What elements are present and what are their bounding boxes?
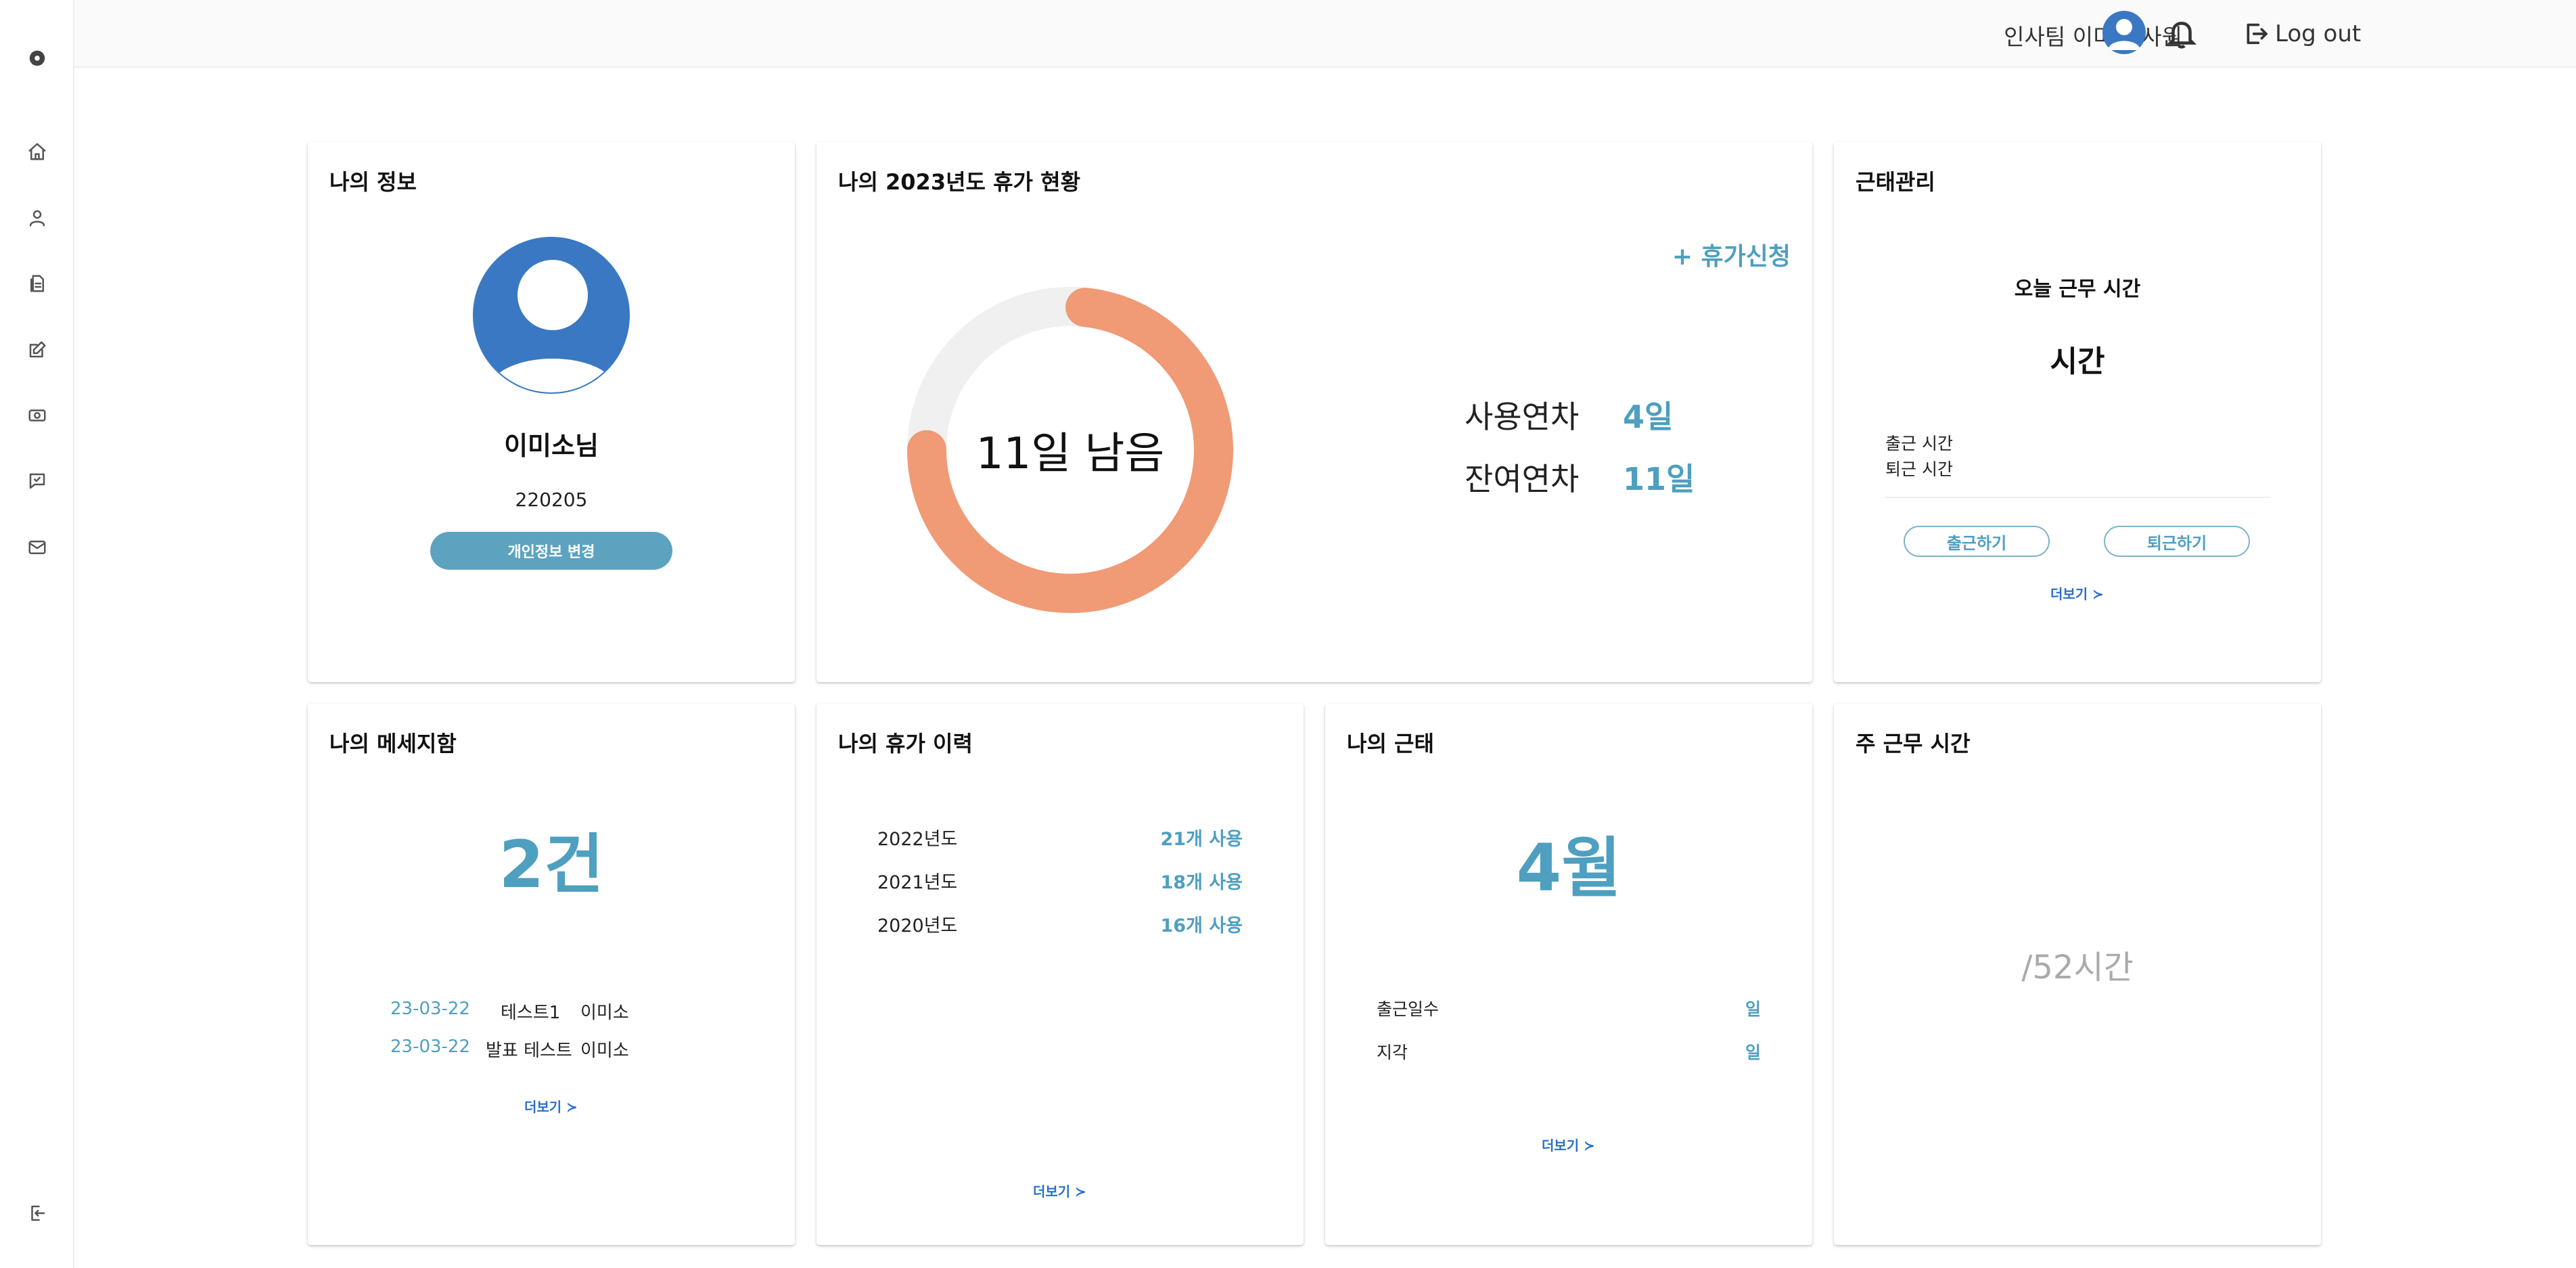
vacation-status-card: 나의 2023년도 휴가 현황 + 휴가신청 11일 남음 사용연차 4일 잔여… bbox=[816, 142, 1812, 682]
history-used: 21개 사용 bbox=[1160, 829, 1243, 850]
edit-profile-button[interactable]: 개인정보 변경 bbox=[430, 532, 672, 570]
message-sender: 이미소 bbox=[580, 1041, 629, 1061]
bell-icon[interactable] bbox=[2165, 16, 2199, 50]
work-time-value: 시간 bbox=[2050, 344, 2105, 379]
message-count: 2건 bbox=[499, 827, 604, 903]
disc-icon[interactable] bbox=[24, 45, 50, 71]
home-icon[interactable] bbox=[24, 139, 50, 164]
more-link[interactable]: 더보기 ≻ bbox=[524, 1096, 578, 1116]
chat-icon[interactable] bbox=[24, 468, 50, 494]
message-sender: 이미소 bbox=[580, 1003, 629, 1023]
mail-icon[interactable] bbox=[24, 535, 50, 560]
history-used: 18개 사용 bbox=[1160, 872, 1243, 893]
clock-in-label: 출근 시간 bbox=[1885, 434, 1953, 453]
clock-in-button[interactable]: 출근하기 bbox=[1904, 526, 2050, 557]
card-title: 주 근무 시간 bbox=[1856, 731, 1971, 756]
more-link[interactable]: 더보기 ≻ bbox=[2050, 583, 2104, 603]
late-label: 지각 bbox=[1377, 1043, 1408, 1062]
attendance-management-card: 근태관리 오늘 근무 시간 시간 출근 시간 퇴근 시간 출근하기 퇴근하기 더… bbox=[1834, 142, 2321, 682]
vacation-donut-chart: 11일 남음 bbox=[904, 284, 1236, 616]
today-work-label: 오늘 근무 시간 bbox=[2014, 277, 2141, 301]
history-year: 2021년도 bbox=[877, 872, 958, 893]
user-icon[interactable] bbox=[24, 205, 50, 231]
used-leave-value: 4일 bbox=[1623, 399, 1674, 435]
attendance-days-value: 일 bbox=[1745, 999, 1761, 1019]
history-year: 2020년도 bbox=[877, 915, 958, 936]
card-title: 나의 정보 bbox=[329, 169, 417, 195]
profile-name: 이미소님 bbox=[504, 431, 599, 461]
vacation-history-card: 나의 휴가 이력 2022년도 21개 사용 2021년도 18개 사용 202… bbox=[816, 704, 1304, 1245]
logout-icon[interactable] bbox=[24, 1200, 50, 1226]
clock-out-label: 퇴근 시간 bbox=[1885, 459, 1953, 479]
employee-id: 220205 bbox=[515, 489, 588, 511]
profile-avatar bbox=[473, 237, 630, 394]
messages-card: 나의 메세지함 2건 23-03-22 테스트1 이미소 23-03-22 발표… bbox=[308, 704, 795, 1245]
message-date: 23-03-22 bbox=[390, 1037, 471, 1057]
more-link[interactable]: 더보기 ≻ bbox=[1033, 1181, 1086, 1200]
donut-center-text: 11일 남음 bbox=[975, 429, 1165, 479]
message-date: 23-03-22 bbox=[390, 999, 471, 1019]
remaining-leave-label: 잔여연차 bbox=[1465, 461, 1580, 497]
attendance-month: 4월 bbox=[1516, 830, 1622, 906]
message-subject: 테스트1 bbox=[501, 1003, 561, 1023]
history-year: 2022년도 bbox=[877, 829, 958, 850]
sidebar bbox=[0, 0, 74, 1268]
logout-label: Log out bbox=[2275, 20, 2362, 47]
my-info-card: 나의 정보 이미소님 220205 개인정보 변경 bbox=[308, 142, 795, 682]
apply-vacation-link[interactable]: + 휴가신청 bbox=[1672, 237, 1791, 272]
history-used: 16개 사용 bbox=[1160, 915, 1243, 936]
logout-arrow-icon bbox=[2247, 23, 2268, 45]
remaining-leave-value: 11일 bbox=[1623, 461, 1695, 497]
user-info-text: 인사팀 이미소 사원 bbox=[2004, 24, 2182, 50]
card-title: 근태관리 bbox=[1856, 169, 1935, 195]
attendance-days-label: 출근일수 bbox=[1377, 999, 1440, 1019]
top-header: 인사팀 이미소 사원 Log out bbox=[74, 0, 2576, 68]
more-link[interactable]: 더보기 ≻ bbox=[1542, 1135, 1595, 1154]
card-title: 나의 2023년도 휴가 현황 bbox=[838, 169, 1081, 195]
my-attendance-card: 나의 근태 4월 출근일수 일 지각 일 더보기 ≻ bbox=[1325, 704, 1812, 1245]
weekly-hours-value: /52시간 bbox=[2021, 949, 2134, 987]
card-title: 나의 휴가 이력 bbox=[838, 731, 973, 756]
money-icon[interactable] bbox=[24, 403, 50, 428]
card-title: 나의 근태 bbox=[1347, 731, 1434, 756]
message-subject: 발표 테스트 bbox=[486, 1041, 572, 1061]
weekly-hours-card: 주 근무 시간 /52시간 bbox=[1834, 704, 2321, 1245]
late-value: 일 bbox=[1745, 1043, 1761, 1062]
clock-out-button[interactable]: 퇴근하기 bbox=[2104, 526, 2250, 557]
used-leave-label: 사용연차 bbox=[1465, 399, 1580, 435]
document-icon[interactable] bbox=[24, 271, 50, 296]
avatar[interactable] bbox=[2102, 11, 2146, 54]
card-title: 나의 메세지함 bbox=[329, 731, 457, 756]
divider bbox=[1885, 497, 2271, 498]
edit-icon[interactable] bbox=[24, 337, 50, 363]
logout-button[interactable]: Log out bbox=[2242, 16, 2361, 51]
